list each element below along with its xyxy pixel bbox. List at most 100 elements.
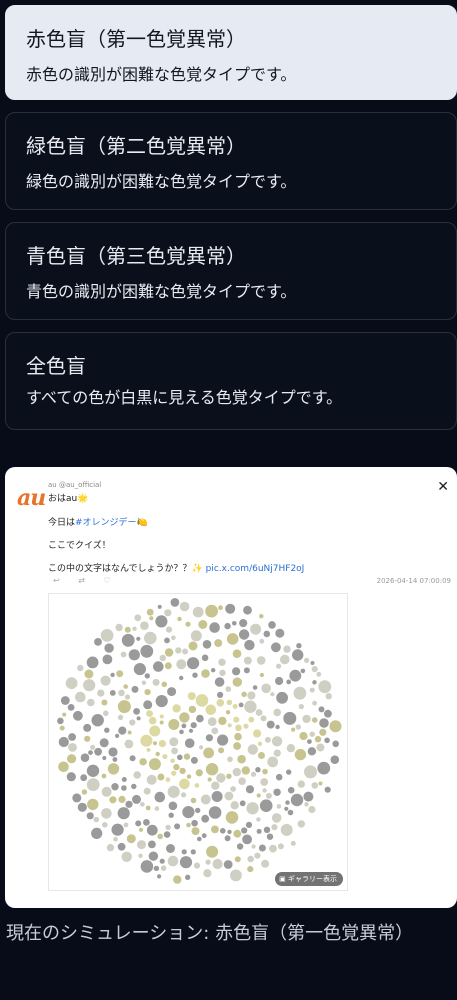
plate-dot bbox=[218, 658, 226, 666]
plate-dot bbox=[309, 687, 315, 693]
plate-dot bbox=[171, 635, 176, 641]
plate-dot bbox=[125, 800, 133, 808]
option-description: 青色の識別が困難な色覚タイプです。 bbox=[26, 282, 297, 301]
plate-dot bbox=[236, 843, 244, 850]
plate-dot bbox=[211, 781, 220, 790]
option-title: 青色盲（第三色覚異常） bbox=[26, 244, 246, 268]
plate-dot bbox=[117, 807, 130, 820]
plate-dot bbox=[110, 672, 115, 678]
plate-dot bbox=[97, 689, 105, 697]
plate-dot bbox=[227, 756, 233, 763]
plate-dot bbox=[232, 621, 237, 626]
plate-dot bbox=[201, 833, 207, 839]
plate-dot bbox=[168, 801, 178, 811]
plate-dot bbox=[273, 749, 281, 757]
plate-dot bbox=[91, 827, 103, 839]
plate-dot bbox=[87, 798, 99, 811]
plate-dot bbox=[157, 874, 162, 879]
plate-dot bbox=[121, 785, 127, 791]
plate-dot bbox=[93, 816, 100, 823]
option-protanopia[interactable]: 赤色盲（第一色覚異常） 赤色の識別が困難な色覚タイプです。 bbox=[5, 5, 457, 100]
tweet-question-line: この中の文字はなんでしょうか？？✨ pic.x.com/6uNj7HF2oJ bbox=[48, 563, 304, 575]
color-test-image[interactable]: ▣ ギャラリー表示 bbox=[48, 593, 348, 891]
option-achromatopsia[interactable]: 全色盲 すべての色が白黒に見える色覚タイプです。 bbox=[5, 332, 457, 430]
plate-dot bbox=[164, 609, 172, 617]
plate-dot bbox=[106, 843, 115, 852]
plate-dot bbox=[197, 836, 202, 842]
plate-dot bbox=[57, 717, 64, 725]
plate-dot bbox=[62, 712, 67, 717]
plate-dot bbox=[262, 788, 267, 793]
plate-dot bbox=[258, 844, 266, 852]
plate-dot bbox=[259, 638, 265, 644]
plate-dot bbox=[190, 630, 202, 642]
plate-dot bbox=[244, 700, 257, 713]
plate-dot bbox=[268, 621, 276, 629]
plate-dot bbox=[273, 708, 281, 717]
plate-dot bbox=[157, 833, 163, 840]
plate-dot bbox=[179, 778, 190, 790]
plate-dot bbox=[187, 657, 200, 670]
plate-dot bbox=[102, 822, 108, 828]
plate-dot bbox=[134, 614, 142, 622]
plate-dot bbox=[182, 806, 195, 819]
plate-dot bbox=[285, 800, 290, 805]
plate-dot bbox=[201, 814, 210, 823]
plate-dot bbox=[129, 755, 136, 762]
plate-dot bbox=[159, 714, 164, 719]
plate-dot bbox=[264, 736, 271, 743]
plate-dot bbox=[83, 679, 96, 692]
plate-dot bbox=[275, 676, 284, 686]
plate-dot bbox=[275, 724, 280, 730]
plate-dot bbox=[59, 725, 65, 731]
pic-link[interactable]: pic.x.com/6uNj7HF2oJ bbox=[206, 564, 305, 574]
plate-dot bbox=[117, 842, 126, 851]
plate-dot bbox=[133, 663, 146, 676]
plate-dot bbox=[194, 783, 200, 788]
plate-dot bbox=[217, 691, 224, 698]
hashtag-link[interactable]: #オレンジデー🍋 bbox=[75, 518, 148, 528]
plate-dot bbox=[203, 869, 212, 878]
plate-dot bbox=[286, 679, 292, 685]
plate-dot bbox=[284, 806, 289, 811]
plate-dot bbox=[262, 768, 268, 775]
plate-dot bbox=[58, 761, 69, 773]
plate-dot bbox=[265, 792, 272, 799]
plate-dot bbox=[139, 758, 147, 766]
plate-dot bbox=[294, 748, 307, 761]
plate-dot bbox=[259, 614, 264, 619]
plate-dot bbox=[75, 691, 86, 703]
plate-dot bbox=[153, 661, 164, 672]
plate-dot bbox=[123, 684, 128, 689]
plate-dot bbox=[191, 819, 198, 827]
plate-dot bbox=[124, 694, 131, 700]
plate-dot bbox=[192, 672, 198, 678]
plate-dot bbox=[216, 699, 225, 707]
plate-dot bbox=[225, 710, 231, 715]
plate-dot bbox=[211, 825, 219, 834]
plate-dot bbox=[157, 773, 165, 781]
plate-dot bbox=[135, 820, 142, 827]
plate-dot bbox=[154, 791, 166, 803]
plate-dot bbox=[206, 845, 219, 858]
plate-dot bbox=[217, 734, 229, 746]
plate-dot bbox=[239, 800, 246, 807]
plate-dot bbox=[300, 668, 306, 674]
option-tritanopia[interactable]: 青色盲（第三色覚異常） 青色の識別が困難な色覚タイプです。 bbox=[5, 222, 457, 320]
plate-dot bbox=[109, 796, 117, 804]
plate-dot bbox=[84, 669, 94, 679]
plate-dot bbox=[184, 738, 195, 748]
close-icon[interactable]: ✕ bbox=[437, 479, 449, 495]
plate-dot bbox=[88, 750, 93, 755]
plate-dot bbox=[324, 709, 332, 718]
plate-dot bbox=[190, 756, 198, 764]
tweet-timestamp: 2026-04-14 07:00:09 bbox=[376, 577, 451, 585]
tweet-actions[interactable]: ↩ ⇄ ♡ bbox=[53, 576, 119, 585]
plate-dot bbox=[207, 777, 212, 782]
plate-dot bbox=[159, 858, 165, 864]
option-deuteranopia[interactable]: 緑色盲（第二色覚異常） 緑色の識別が困難な色覚タイプです。 bbox=[5, 112, 457, 210]
gallery-button[interactable]: ▣ ギャラリー表示 bbox=[275, 872, 343, 886]
plate-dot bbox=[223, 860, 233, 869]
plate-dot bbox=[149, 725, 161, 737]
plate-dot bbox=[247, 866, 254, 873]
